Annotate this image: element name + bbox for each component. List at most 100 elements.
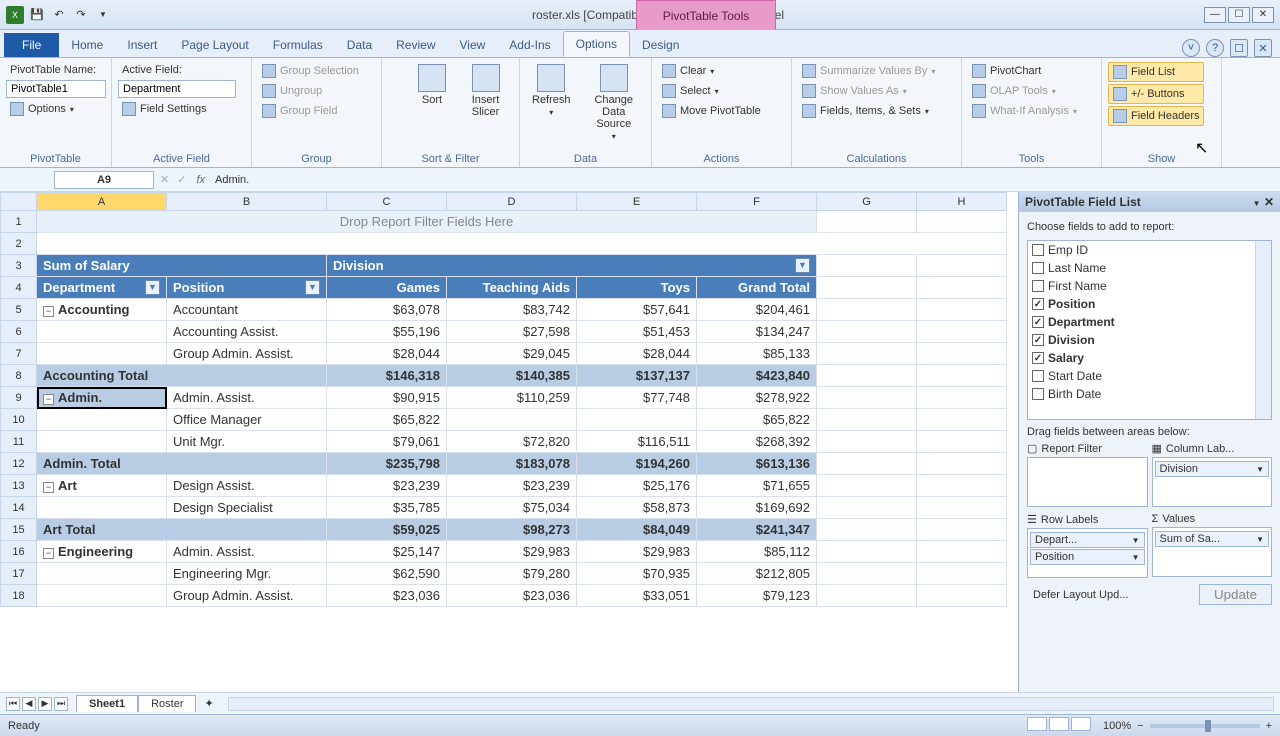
field-headers-toggle[interactable]: Field Headers xyxy=(1108,106,1204,126)
pivot-total-label[interactable]: Accounting Total xyxy=(37,365,327,387)
pivot-value[interactable]: $235,798 xyxy=(327,453,447,475)
row-field-department[interactable]: Department▼ xyxy=(37,277,167,299)
pivot-value[interactable]: $29,045 xyxy=(447,343,577,365)
pivot-value[interactable]: $35,785 xyxy=(327,497,447,519)
col-header-A[interactable]: A xyxy=(37,193,167,211)
field-item[interactable]: ✓Salary xyxy=(1028,349,1271,367)
pivot-value[interactable]: $85,112 xyxy=(697,541,817,563)
next-sheet-icon[interactable]: ▶ xyxy=(38,697,52,711)
pivot-value[interactable]: $212,805 xyxy=(697,563,817,585)
area-values[interactable]: Sum of Sa...▼ xyxy=(1152,527,1273,577)
sort-button[interactable]: Sort xyxy=(412,62,452,108)
pivot-value[interactable]: $28,044 xyxy=(327,343,447,365)
area-report-filter[interactable] xyxy=(1027,457,1148,507)
close-button[interactable]: ✕ xyxy=(1252,7,1274,23)
pivot-position-cell[interactable]: Admin. Assist. xyxy=(167,387,327,409)
pivot-position-cell[interactable]: Engineering Mgr. xyxy=(167,563,327,585)
field-checkbox[interactable] xyxy=(1032,370,1044,382)
fx-icon[interactable]: fx xyxy=(190,174,211,186)
pivot-value[interactable]: $27,598 xyxy=(447,321,577,343)
tab-file[interactable]: File xyxy=(4,33,59,57)
field-item[interactable]: ✓Department xyxy=(1028,313,1271,331)
pivot-value[interactable]: $59,025 xyxy=(327,519,447,541)
row-header[interactable]: 15 xyxy=(1,519,37,541)
field-checkbox[interactable] xyxy=(1032,244,1044,256)
tab-review[interactable]: Review xyxy=(384,33,447,57)
group-field-button[interactable]: Group Field xyxy=(258,102,363,120)
pivot-value[interactable]: $62,590 xyxy=(327,563,447,585)
pivot-position-cell[interactable]: Group Admin. Assist. xyxy=(167,585,327,607)
pivot-value[interactable]: $25,176 xyxy=(577,475,697,497)
pivot-position-cell[interactable]: Group Admin. Assist. xyxy=(167,343,327,365)
show-values-as-button[interactable]: Show Values As ▾ xyxy=(798,82,939,100)
pivot-department-cell[interactable] xyxy=(37,563,167,585)
pivot-value[interactable]: $63,078 xyxy=(327,299,447,321)
name-box[interactable]: A9 xyxy=(54,171,154,189)
tab-options[interactable]: Options xyxy=(563,31,630,57)
row-header[interactable]: 4 xyxy=(1,277,37,299)
chip-division[interactable]: Division▼ xyxy=(1155,461,1270,477)
insert-slicer-button[interactable]: Insert Slicer xyxy=(458,62,513,120)
field-checkbox[interactable]: ✓ xyxy=(1032,298,1044,310)
report-filter-drop[interactable]: Drop Report Filter Fields Here xyxy=(37,211,817,233)
field-checkbox[interactable] xyxy=(1032,280,1044,292)
row-header[interactable]: 17 xyxy=(1,563,37,585)
pivot-value[interactable]: $613,136 xyxy=(697,453,817,475)
redo-icon[interactable]: ↷ xyxy=(72,6,90,24)
row-field-position[interactable]: Position▼ xyxy=(167,277,327,299)
ungroup-button[interactable]: Ungroup xyxy=(258,82,363,100)
col-header-F[interactable]: F xyxy=(697,193,817,211)
pivot-value[interactable]: $55,196 xyxy=(327,321,447,343)
chip-department[interactable]: Depart...▼ xyxy=(1030,532,1145,548)
collapse-icon[interactable]: − xyxy=(43,394,54,405)
pivot-value[interactable]: $57,641 xyxy=(577,299,697,321)
chip-position[interactable]: Position▼ xyxy=(1030,549,1145,565)
pivot-value[interactable]: $146,318 xyxy=(327,365,447,387)
row-header[interactable]: 11 xyxy=(1,431,37,453)
pivotchart-button[interactable]: PivotChart xyxy=(968,62,1081,80)
pivot-value[interactable]: $98,273 xyxy=(447,519,577,541)
field-item[interactable]: First Name xyxy=(1028,277,1271,295)
pivot-value[interactable]: $423,840 xyxy=(697,365,817,387)
chip-sum-of-salary[interactable]: Sum of Sa...▼ xyxy=(1155,531,1270,547)
row-header[interactable]: 16 xyxy=(1,541,37,563)
collapse-icon[interactable]: − xyxy=(43,548,54,559)
pivot-position-cell[interactable]: Unit Mgr. xyxy=(167,431,327,453)
col-games[interactable]: Games xyxy=(327,277,447,299)
pivot-value[interactable]: $116,511 xyxy=(577,431,697,453)
row-header[interactable]: 10 xyxy=(1,409,37,431)
zoom-in-icon[interactable]: + xyxy=(1266,720,1272,732)
field-settings-button[interactable]: Field Settings xyxy=(118,100,245,118)
row-header[interactable]: 9 xyxy=(1,387,37,409)
zoom-level[interactable]: 100% xyxy=(1103,720,1131,732)
olap-tools-button[interactable]: OLAP Tools ▾ xyxy=(968,82,1081,100)
pivot-value[interactable]: $83,742 xyxy=(447,299,577,321)
field-checkbox[interactable]: ✓ xyxy=(1032,352,1044,364)
pivot-value[interactable]: $75,034 xyxy=(447,497,577,519)
tab-formulas[interactable]: Formulas xyxy=(261,33,335,57)
pivot-value[interactable]: $65,822 xyxy=(327,409,447,431)
pivot-value[interactable]: $134,247 xyxy=(697,321,817,343)
new-sheet-icon[interactable]: ✦ xyxy=(196,697,221,710)
pivot-department-cell[interactable] xyxy=(37,343,167,365)
pivot-department-cell[interactable] xyxy=(37,497,167,519)
tab-page-layout[interactable]: Page Layout xyxy=(169,33,260,57)
minimize-ribbon-icon[interactable]: ˅ xyxy=(1182,39,1200,57)
fields-items-sets-button[interactable]: Fields, Items, & Sets ▾ xyxy=(798,102,939,120)
tab-design[interactable]: Design xyxy=(630,33,691,57)
pivot-position-cell[interactable]: Design Assist. xyxy=(167,475,327,497)
sort-desc-icon[interactable] xyxy=(388,84,406,102)
row-header[interactable]: 13 xyxy=(1,475,37,497)
pivot-position-cell[interactable]: Accountant xyxy=(167,299,327,321)
department-filter-dropdown[interactable]: ▼ xyxy=(145,280,160,295)
pivot-value[interactable]: $29,983 xyxy=(447,541,577,563)
pivot-measure[interactable]: Sum of Salary xyxy=(37,255,327,277)
pivot-value[interactable]: $71,655 xyxy=(697,475,817,497)
pivot-value[interactable]: $65,822 xyxy=(697,409,817,431)
pivot-value[interactable]: $29,983 xyxy=(577,541,697,563)
field-item[interactable]: ✓Division xyxy=(1028,331,1271,349)
field-item[interactable]: Birth Date xyxy=(1028,385,1271,403)
undo-icon[interactable]: ↶ xyxy=(50,6,68,24)
field-item[interactable]: Last Name xyxy=(1028,259,1271,277)
pivot-value[interactable]: $77,748 xyxy=(577,387,697,409)
